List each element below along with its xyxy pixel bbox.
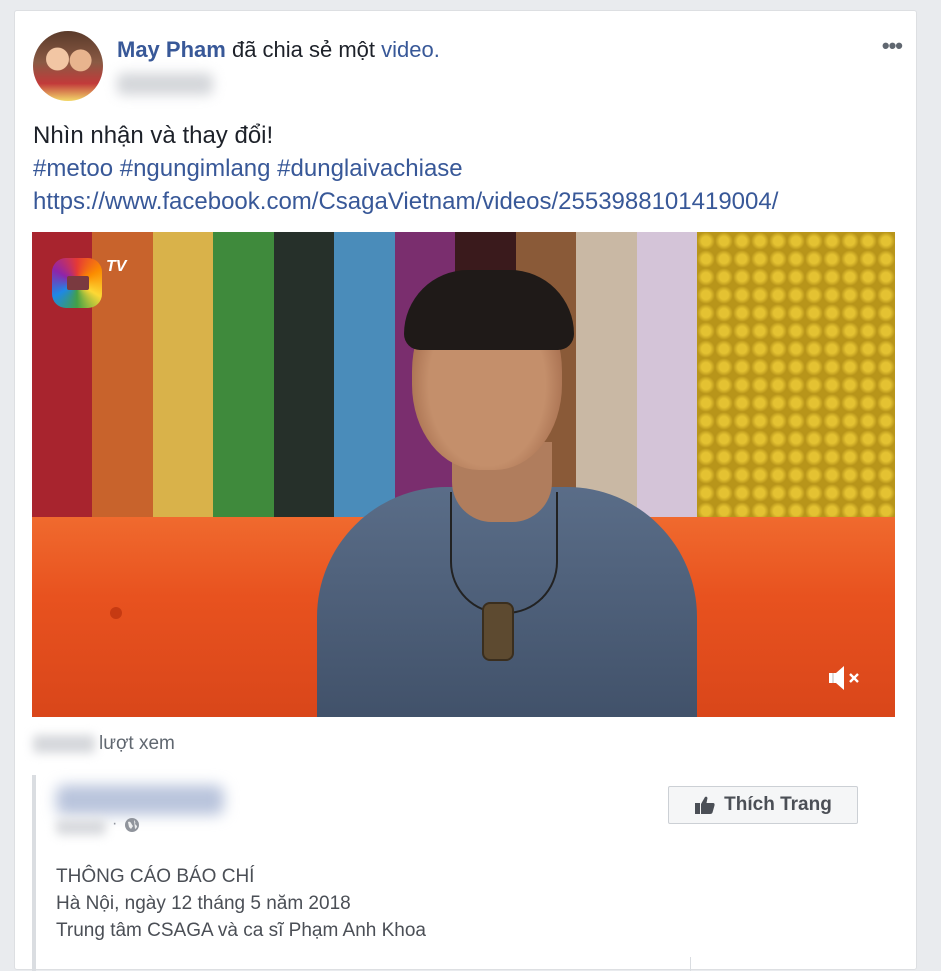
shared-page-name-blurred[interactable] <box>56 785 224 815</box>
post-link[interactable]: https://www.facebook.com/CsagaVietnam/vi… <box>33 185 778 218</box>
view-count: lượt xem <box>33 733 175 755</box>
speaker-muted-icon[interactable] <box>827 663 863 693</box>
video-background-stripes <box>32 232 697 532</box>
shared-page-attachment: · Thích Trang THÔNG CÁO BÁO CHÍ Hà Nội, … <box>32 775 922 971</box>
channel-logo-notch <box>67 276 89 290</box>
like-page-button[interactable]: Thích Trang <box>668 786 858 824</box>
author-avatar[interactable] <box>33 31 103 101</box>
post-text-line: Nhìn nhận và thay đổi! <box>33 122 274 149</box>
meta-separator: · <box>112 815 118 832</box>
like-page-label: Thích Trang <box>724 794 832 815</box>
view-count-label: lượt xem <box>99 733 175 754</box>
video-person-necklace <box>450 492 558 614</box>
shared-text-line: Hà Nội, ngày 12 tháng 5 năm 2018 <box>56 893 351 914</box>
shared-page-meta-blurred <box>56 819 106 835</box>
more-options-icon[interactable]: ••• <box>882 33 903 59</box>
post-body: Nhìn nhận và thay đổi! #metoo #ngungimla… <box>33 119 778 218</box>
author-name-link[interactable]: May Pham <box>117 37 226 62</box>
post-timestamp-blurred[interactable] <box>117 73 213 95</box>
shared-description: THÔNG CÁO BÁO CHÍ Hà Nội, ngày 12 tháng … <box>56 863 426 944</box>
action-text: đã chia sẻ một <box>231 37 376 62</box>
video-foam-panel <box>697 232 895 532</box>
post-card: May Pham đã chia sẻ một video. ••• Nhìn … <box>14 10 917 971</box>
video-link[interactable]: video. <box>381 37 440 62</box>
shared-text-line: Trung tâm CSAGA và ca sĩ Phạm Anh Khoa <box>56 920 426 941</box>
globe-icon <box>125 818 139 832</box>
video-player[interactable]: TV <box>32 232 895 717</box>
video-person-hair <box>404 270 574 350</box>
channel-badge: TV <box>106 258 127 275</box>
post-header: May Pham đã chia sẻ một video. <box>117 37 440 63</box>
video-person-pendant <box>482 602 514 661</box>
video-sofa-button <box>110 607 122 619</box>
divider <box>690 957 691 971</box>
thumbs-up-icon <box>695 796 715 814</box>
view-count-number-blurred <box>33 734 95 753</box>
post-hashtags[interactable]: #metoo #ngungimlang #dunglaivachiase <box>33 152 778 185</box>
shared-text-line: THÔNG CÁO BÁO CHÍ <box>56 866 255 887</box>
